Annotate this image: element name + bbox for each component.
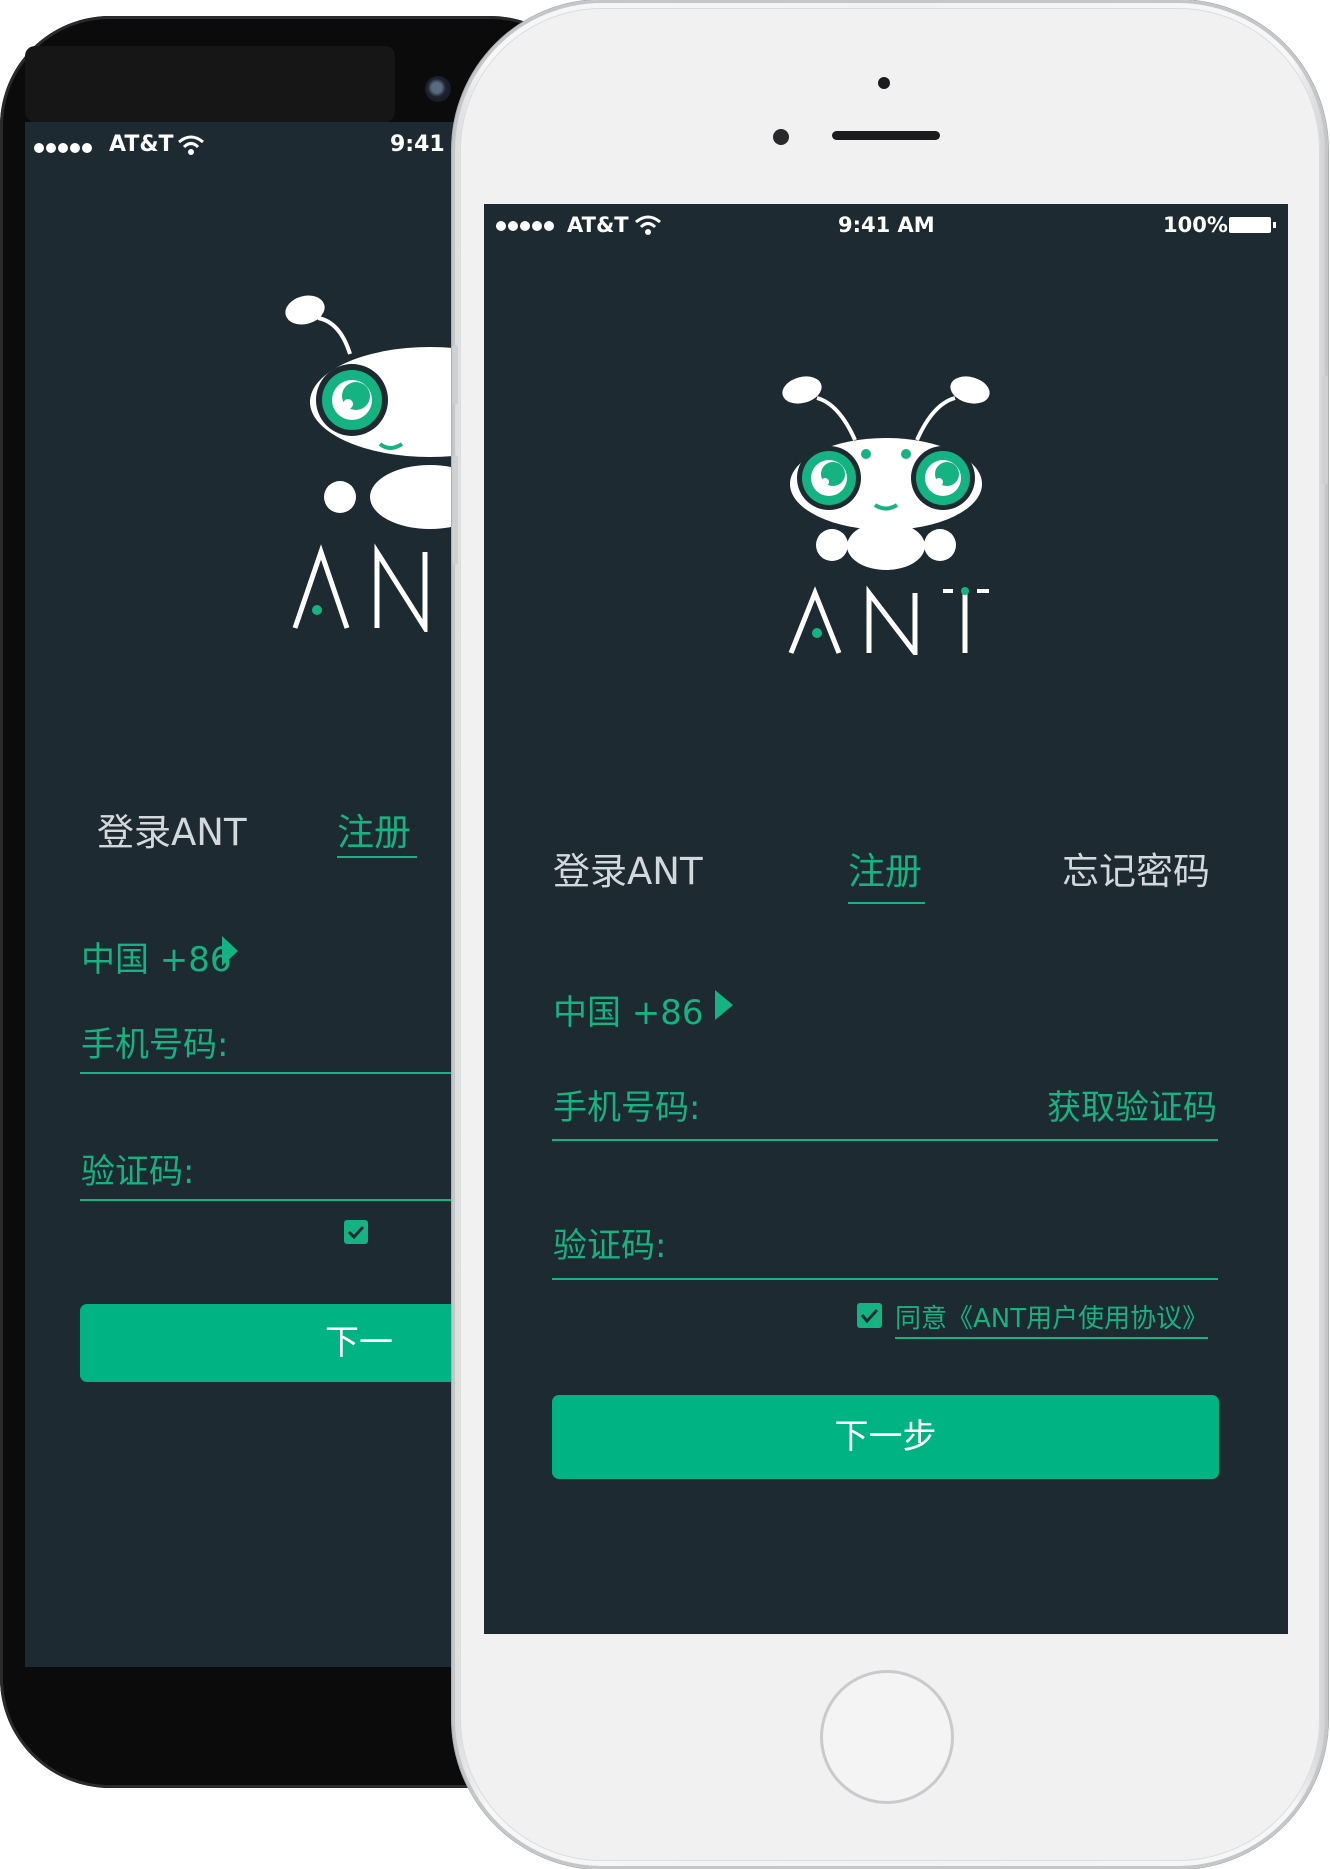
proximity-sensor xyxy=(878,77,890,89)
volume-up-button xyxy=(452,455,458,565)
next-button[interactable]: 下一步 xyxy=(552,1395,1219,1479)
get-verification-code-button[interactable]: 获取验证码 xyxy=(1047,1080,1217,1129)
triangle-right-icon[interactable] xyxy=(713,988,735,1026)
verification-code-input[interactable]: 验证码: xyxy=(553,1218,666,1267)
next-button-label: 下一步 xyxy=(834,1417,937,1457)
tab-login[interactable]: 登录ANT xyxy=(97,802,247,856)
tab-register[interactable]: 注册 xyxy=(848,841,922,895)
phone-number-label[interactable]: 手机号码: xyxy=(81,1017,228,1066)
agree-checkbox[interactable] xyxy=(857,1303,882,1328)
phone-number-underline xyxy=(552,1139,1218,1141)
triangle-right-icon[interactable] xyxy=(220,934,240,972)
ant-mascot-logo-icon xyxy=(777,370,997,574)
back-phone-top-bezel xyxy=(25,46,395,122)
signal-dots-icon xyxy=(33,140,93,159)
carrier-label: AT&T xyxy=(109,132,174,157)
tab-login[interactable]: 登录ANT xyxy=(553,841,703,895)
front-camera-icon xyxy=(773,129,789,145)
clock-label: 9:41 AM xyxy=(838,213,935,237)
active-tab-underline xyxy=(848,902,925,904)
wifi-icon xyxy=(634,214,662,240)
signal-dots-icon xyxy=(495,218,555,237)
country-code-selector[interactable]: 中国 +86 xyxy=(81,932,232,981)
ant-wordmark xyxy=(787,585,997,661)
tab-forgot-password[interactable]: 忘记密码 xyxy=(1062,841,1210,895)
agree-checkbox[interactable] xyxy=(344,1220,368,1244)
back-phone-camera-icon xyxy=(425,76,451,102)
phone-number-input[interactable]: 手机号码: xyxy=(553,1080,700,1129)
home-button[interactable] xyxy=(820,1670,954,1804)
ant-wordmark xyxy=(287,542,447,637)
verification-code-underline xyxy=(552,1278,1218,1280)
user-agreement-link[interactable]: 同意《ANT用户使用协议》 xyxy=(895,1298,1209,1339)
battery-icon xyxy=(1228,214,1278,240)
active-tab-underline xyxy=(337,856,417,858)
battery-percent-label: 100% xyxy=(1163,213,1228,237)
next-button-label: 下一 xyxy=(325,1323,393,1363)
wifi-icon xyxy=(177,134,205,160)
tab-register[interactable]: 注册 xyxy=(337,802,411,856)
earpiece-speaker xyxy=(832,131,940,140)
carrier-label: AT&T xyxy=(567,213,629,237)
verification-code-label[interactable]: 验证码: xyxy=(81,1144,194,1193)
country-code-selector[interactable]: 中国 +86 xyxy=(553,985,704,1034)
mute-switch xyxy=(452,345,458,405)
power-button xyxy=(1322,375,1328,485)
clock-label: 9:41 xyxy=(390,132,445,157)
